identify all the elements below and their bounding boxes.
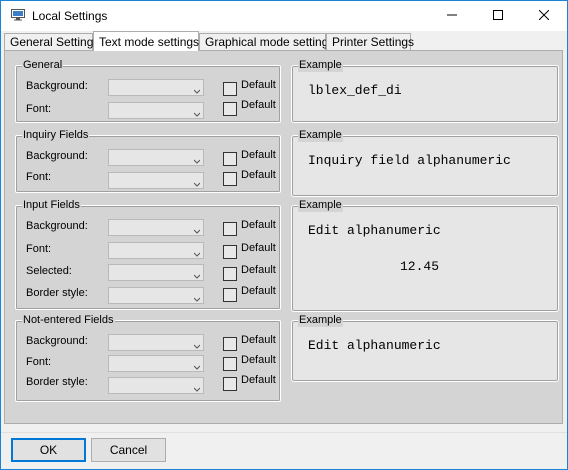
- monitor-icon: [11, 9, 25, 21]
- default-label: Default: [241, 354, 276, 366]
- input-background-select[interactable]: [108, 219, 204, 236]
- minimize-icon: [447, 9, 457, 23]
- notentered-font-label: Font:: [26, 356, 52, 368]
- notentered-font-select[interactable]: [108, 355, 204, 372]
- chevron-down-icon: [193, 84, 201, 94]
- group-title: Input Fields: [22, 198, 81, 212]
- notentered-border-style-label: Border style:: [26, 376, 88, 388]
- example-title: Example: [298, 128, 343, 142]
- inquiry-font-label: Font:: [26, 171, 52, 183]
- inquiry-font-select[interactable]: [108, 172, 204, 189]
- general-font-default-checkbox[interactable]: [223, 102, 237, 116]
- tab-printer-settings[interactable]: Printer Settings: [326, 33, 414, 50]
- example-title: Example: [298, 58, 343, 72]
- general-font-label: Font:: [26, 103, 52, 115]
- default-label: Default: [241, 169, 276, 181]
- general-example-preview: Example lblex_def_di: [291, 58, 559, 123]
- default-label: Default: [241, 99, 276, 111]
- input-selected-label: Selected:: [26, 265, 72, 277]
- input-border-style-default-checkbox[interactable]: [223, 288, 237, 302]
- tab-general-settings[interactable]: General Settings: [4, 33, 99, 50]
- notentered-border-style-select[interactable]: [108, 377, 204, 394]
- inquiry-background-label: Background:: [26, 150, 88, 162]
- ok-button[interactable]: OK: [11, 438, 86, 462]
- input-font-label: Font:: [26, 243, 52, 255]
- notentered-background-select[interactable]: [108, 334, 204, 351]
- chevron-down-icon: [193, 360, 201, 370]
- notentered-example-preview: Example Edit alphanumeric: [291, 313, 559, 382]
- default-label: Default: [241, 374, 276, 386]
- inquiry-background-default-checkbox[interactable]: [223, 152, 237, 166]
- default-label: Default: [241, 334, 276, 346]
- example-text: Inquiry field alphanumeric: [308, 153, 511, 168]
- chevron-down-icon: [193, 247, 201, 257]
- chevron-down-icon: [193, 154, 201, 164]
- general-background-default-checkbox[interactable]: [223, 82, 237, 96]
- input-font-select[interactable]: [108, 242, 204, 259]
- inquiry-font-default-checkbox[interactable]: [223, 172, 237, 186]
- maximize-icon: [493, 9, 503, 23]
- default-label: Default: [241, 149, 276, 161]
- group-title: General: [22, 58, 64, 72]
- notentered-border-style-default-checkbox[interactable]: [223, 377, 237, 391]
- chevron-down-icon: [193, 292, 201, 302]
- input-selected-select[interactable]: [108, 264, 204, 281]
- inquiry-background-select[interactable]: [108, 149, 204, 166]
- input-example-preview: Example Edit alphanumeric 12.45: [291, 198, 559, 312]
- input-border-style-select[interactable]: [108, 287, 204, 304]
- default-label: Default: [241, 219, 276, 231]
- general-font-select[interactable]: [108, 102, 204, 119]
- close-button[interactable]: [521, 1, 567, 31]
- close-icon: [538, 9, 550, 23]
- example-title: Example: [298, 313, 343, 327]
- minimize-button[interactable]: [429, 1, 475, 31]
- text-mode-panel: General Background: Default Font: Defaul…: [4, 50, 563, 424]
- example-text: Edit alphanumeric: [308, 338, 441, 353]
- notentered-background-default-checkbox[interactable]: [223, 337, 237, 351]
- tab-text-mode-settings[interactable]: Text mode settings: [93, 31, 199, 51]
- chevron-down-icon: [193, 107, 201, 117]
- default-label: Default: [241, 264, 276, 276]
- example-text: lblex_def_di: [308, 83, 402, 98]
- input-border-style-label: Border style:: [26, 287, 88, 299]
- group-title: Not-entered Fields: [22, 313, 115, 327]
- notentered-font-default-checkbox[interactable]: [223, 357, 237, 371]
- default-label: Default: [241, 285, 276, 297]
- title-bar[interactable]: Local Settings: [1, 1, 567, 31]
- example-number: 12.45: [400, 259, 440, 274]
- input-font-default-checkbox[interactable]: [223, 245, 237, 259]
- chevron-down-icon: [193, 339, 201, 349]
- chevron-down-icon: [193, 177, 201, 187]
- input-background-label: Background:: [26, 220, 88, 232]
- local-settings-window: Local Settings General Settings Text mod…: [0, 0, 568, 470]
- input-background-default-checkbox[interactable]: [223, 222, 237, 236]
- cancel-button[interactable]: Cancel: [91, 438, 166, 462]
- inquiry-example-preview: Example Inquiry field alphanumeric: [291, 128, 559, 197]
- input-selected-default-checkbox[interactable]: [223, 267, 237, 281]
- maximize-button[interactable]: [475, 1, 521, 31]
- default-label: Default: [241, 242, 276, 254]
- notentered-background-label: Background:: [26, 335, 88, 347]
- general-background-select[interactable]: [108, 79, 204, 96]
- example-text: Edit alphanumeric: [308, 223, 441, 238]
- chevron-down-icon: [193, 382, 201, 392]
- footer-divider: [1, 432, 567, 433]
- chevron-down-icon: [193, 269, 201, 279]
- example-title: Example: [298, 198, 343, 212]
- group-title: Inquiry Fields: [22, 128, 90, 142]
- chevron-down-icon: [193, 224, 201, 234]
- window-title: Local Settings: [32, 9, 108, 23]
- general-background-label: Background:: [26, 80, 88, 92]
- tab-graphical-mode-settings[interactable]: Graphical mode settings: [199, 33, 334, 50]
- default-label: Default: [241, 79, 276, 91]
